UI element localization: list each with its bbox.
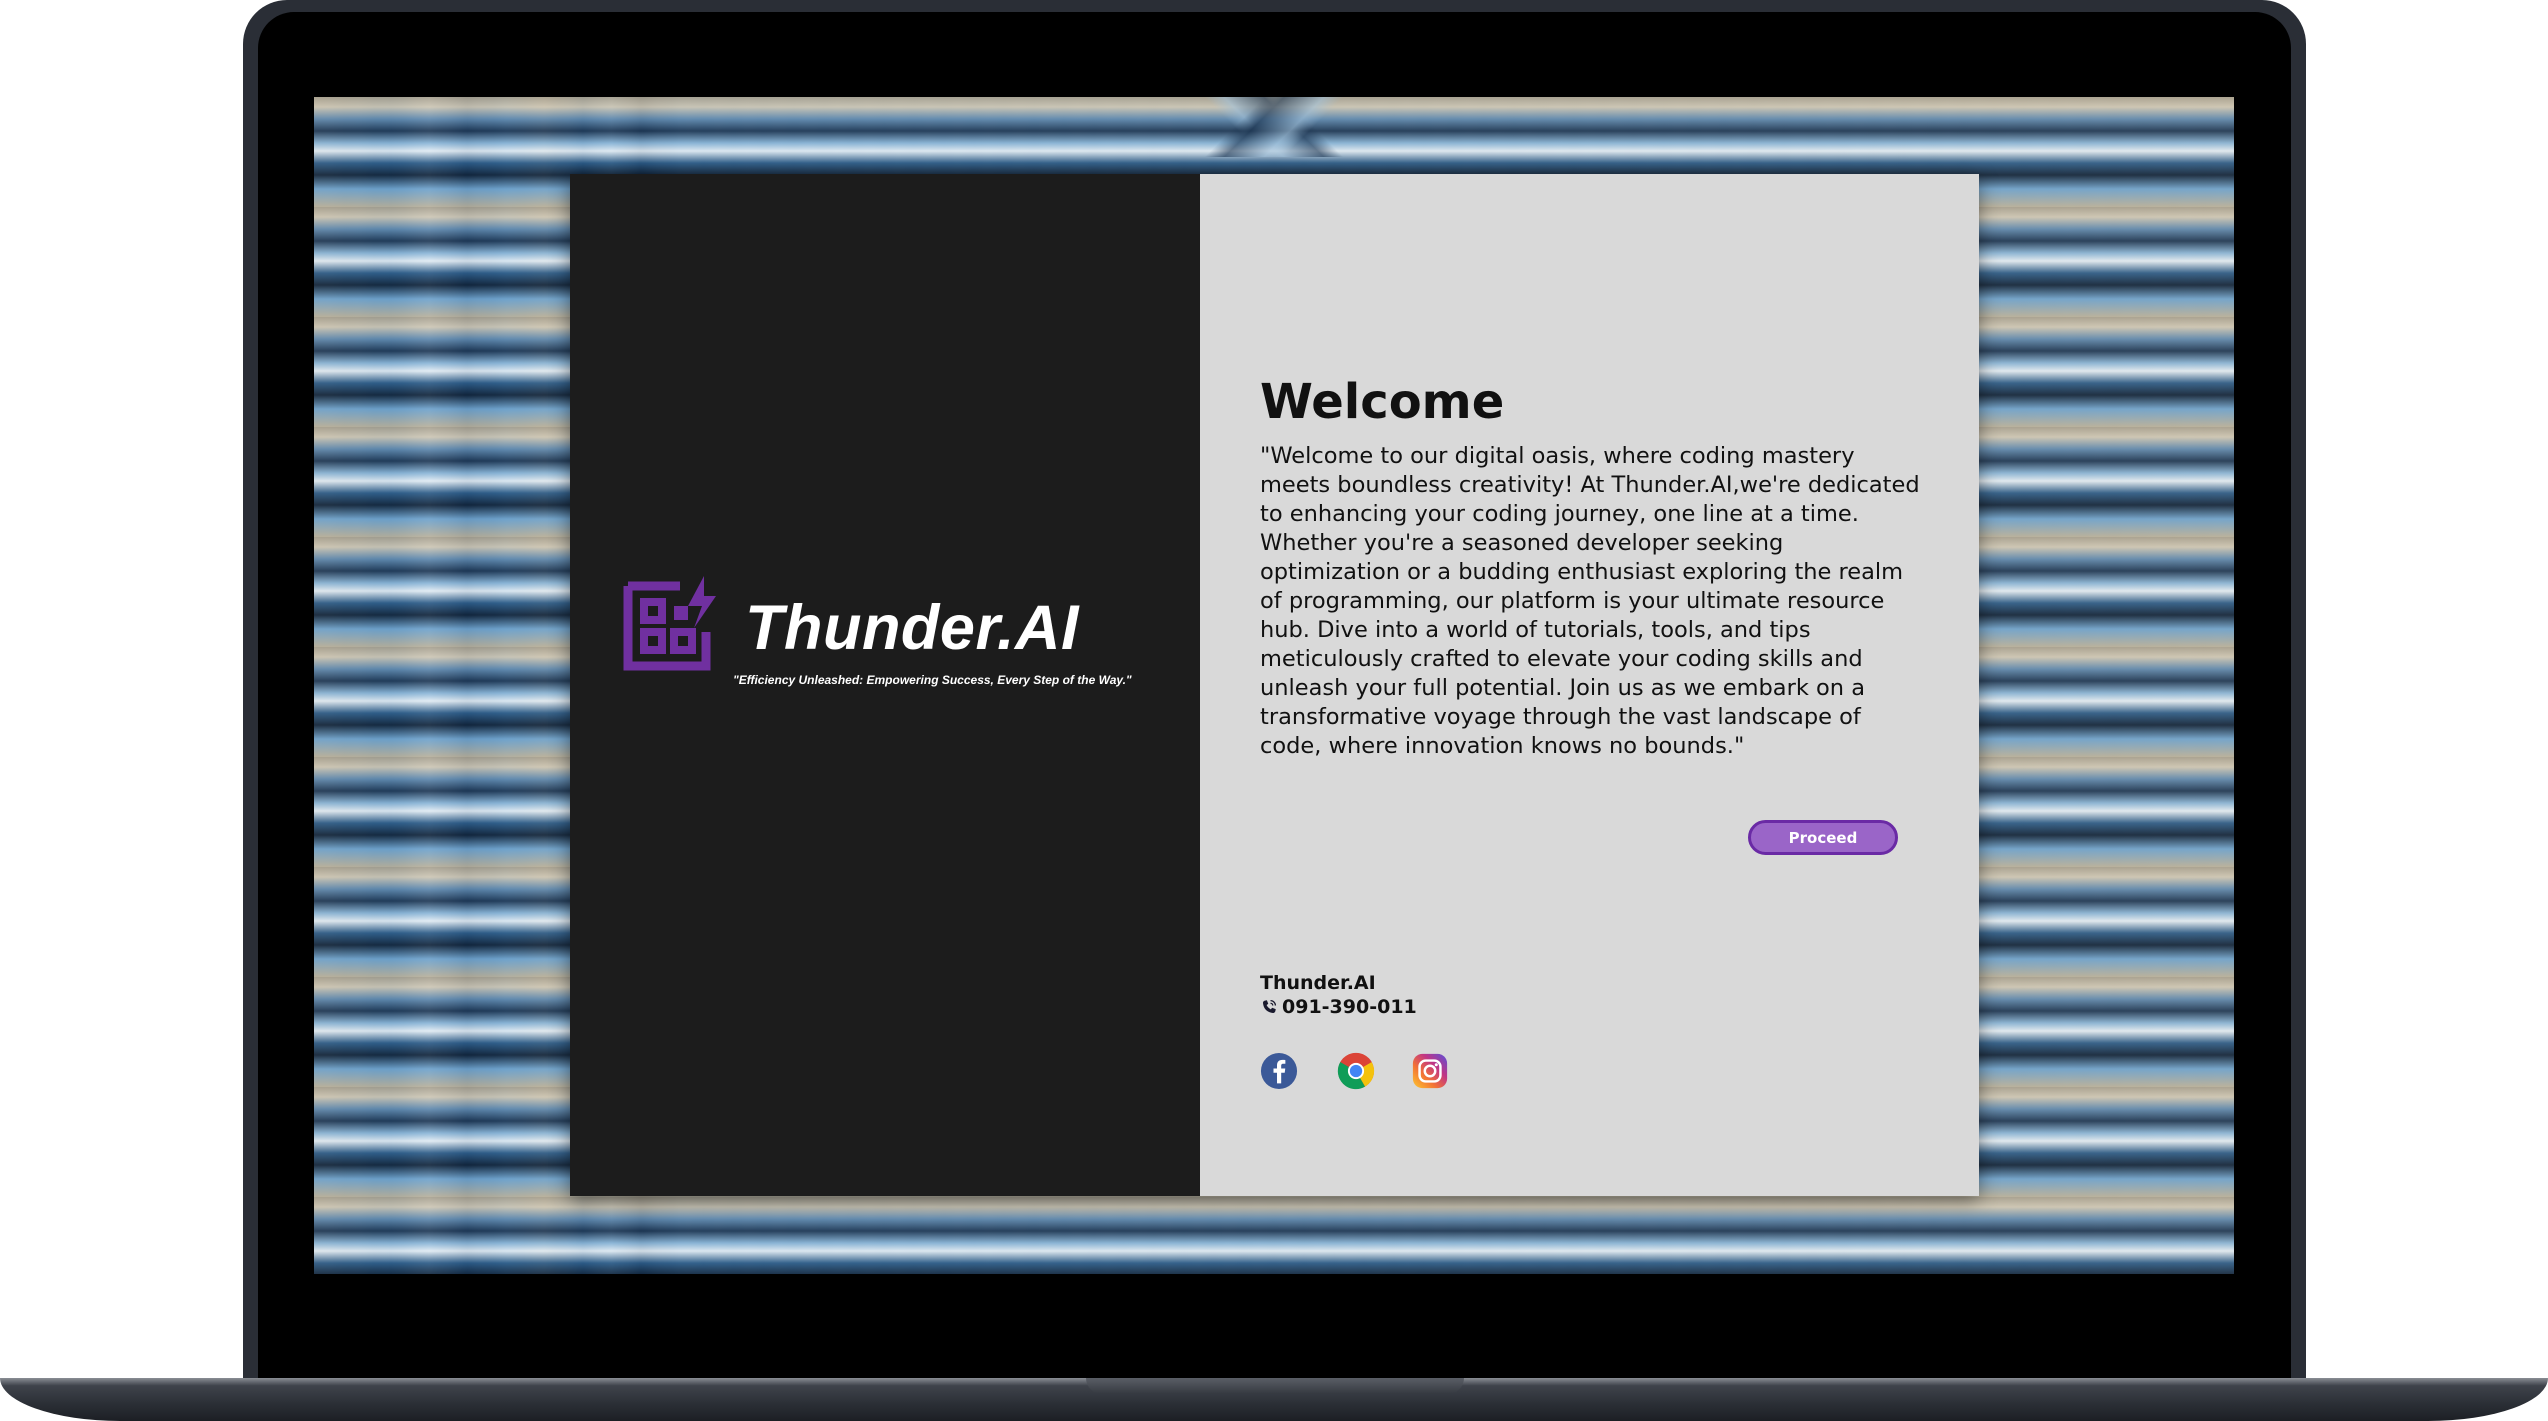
brand-tagline: "Efficiency Unleashed: Empowering Succes… [733,673,1132,687]
wallpaper-chevron [314,97,2234,157]
brand-panel: Thunder.AI "Efficiency Unleashed: Empowe… [570,174,1200,1196]
welcome-panel: Welcome "Welcome to our digital oasis, w… [1200,174,1979,1196]
app-window: Thunder.AI "Efficiency Unleashed: Empowe… [570,174,1979,1196]
laptop-notch [1086,1378,1464,1394]
welcome-body: "Welcome to our digital oasis, where cod… [1260,443,1920,759]
proceed-button[interactable]: Proceed [1748,820,1898,855]
chrome-icon[interactable] [1337,1052,1375,1090]
footer-company: Thunder.AI [1260,972,1376,994]
footer-phone-row: 091-390-011 [1260,996,1417,1018]
instagram-icon[interactable] [1411,1052,1449,1090]
welcome-title: Welcome [1260,374,1505,430]
facebook-icon[interactable] [1260,1052,1298,1090]
phone-icon [1262,999,1277,1014]
brand-name: Thunder.AI [745,593,1079,663]
grid-lightning-icon [623,576,716,671]
footer-phone: 091-390-011 [1282,996,1417,1018]
